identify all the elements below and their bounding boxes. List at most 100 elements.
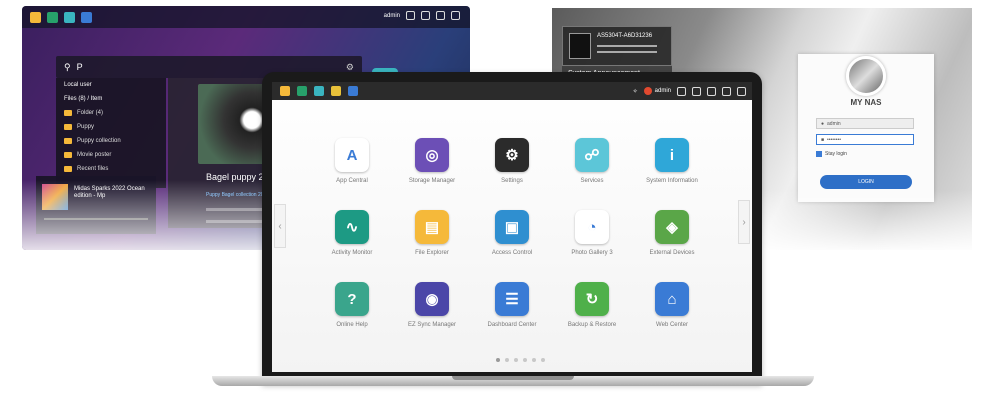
services-app-icon[interactable] [64, 11, 75, 23]
ez-sync-manager-icon: ◉ [415, 282, 449, 316]
photo-gallery-icon: ◔ [575, 210, 609, 244]
preview-link[interactable]: Puppy Bagel collection 2022 [206, 192, 269, 198]
list-item[interactable]: Folder (4) [56, 106, 166, 120]
desktop-app-label: Web Center [656, 322, 688, 328]
services-taskbar-icon[interactable] [314, 86, 324, 96]
power-icon[interactable] [677, 86, 686, 96]
file-explorer-icon: ▤ [415, 210, 449, 244]
user-name: admin [654, 88, 671, 94]
desktop-app-label: Settings [501, 178, 523, 184]
taskbar: ✧ admin [272, 82, 752, 100]
page-dot[interactable] [523, 358, 527, 362]
storage-manager-icon: ◎ [415, 138, 449, 172]
left-top-bar: admin [22, 6, 470, 28]
avatar [846, 56, 886, 96]
desktop-app-photo-gallery[interactable]: ◔ Photo Gallery 3 [552, 210, 632, 257]
desktop-app-ez-sync-manager[interactable]: ◉ EZ Sync Manager [392, 282, 472, 329]
device-detail-line [597, 45, 657, 47]
desktop-app-label: Online Help [336, 322, 368, 328]
login-title: MY NAS [850, 98, 882, 107]
list-item[interactable]: Recent files [56, 162, 166, 176]
desktop-app-label: Access Control [491, 250, 533, 256]
desktop-app-app-central[interactable]: A App Central [312, 138, 392, 185]
folder-icon [64, 138, 72, 144]
activity-app-icon[interactable] [47, 11, 58, 23]
page-dot[interactable] [505, 358, 509, 362]
password-field[interactable]: ■ •••••••• [816, 134, 914, 145]
device-detail-line [597, 51, 657, 53]
cloud-taskbar-icon[interactable] [348, 86, 358, 96]
previous-page-button[interactable]: ‹ [274, 204, 286, 248]
search-icon[interactable] [436, 11, 445, 20]
folder-icon [64, 152, 72, 158]
power-icon[interactable] [406, 11, 415, 20]
username-field[interactable]: ● admin [816, 118, 914, 129]
laptop-notch [452, 376, 574, 380]
desktop-app-label: System Information [646, 178, 698, 184]
desktop-app-web-center[interactable]: ⌂ Web Center [632, 282, 712, 329]
notes-icon[interactable] [692, 86, 701, 96]
desktop-app-activity-monitor[interactable]: ∿ Activity Monitor [312, 210, 392, 257]
access-control-icon: ▣ [495, 210, 529, 244]
user-icon: ● [821, 120, 825, 127]
desktop-app-external-devices[interactable]: ◈ External Devices [632, 210, 712, 257]
media-player: Midas Sparks 2022 Ocean edition - Mp [36, 176, 156, 234]
settings-icon: ⚙ [495, 138, 529, 172]
page-dot[interactable] [541, 358, 545, 362]
left-user-label[interactable]: admin [384, 13, 400, 19]
login-button[interactable]: LOGIN [820, 175, 912, 189]
desktop-app-access-control[interactable]: ▣ Access Control [472, 210, 552, 257]
next-page-button[interactable]: › [738, 200, 750, 244]
web-center-icon: ⌂ [655, 282, 689, 316]
desktop-app-label: File Explorer [415, 250, 449, 256]
taskbar-right: ✧ admin [633, 82, 746, 100]
notification-icon[interactable] [722, 86, 731, 96]
page-dot[interactable] [514, 358, 518, 362]
page-dot[interactable] [532, 358, 536, 362]
gear-icon[interactable]: ⚙ [346, 62, 354, 73]
list-item[interactable]: Puppy [56, 120, 166, 134]
system-information-icon: i [655, 138, 689, 172]
desktop-app-services[interactable]: ☍ Services [552, 138, 632, 185]
remember-checkbox[interactable]: Stay login [816, 151, 847, 157]
file-explorer-taskbar-icon[interactable] [280, 86, 290, 96]
search-icon[interactable] [707, 86, 716, 96]
activity-monitor-taskbar-icon[interactable] [297, 86, 307, 96]
promo-scene: admin ⚲ P ⚙ Local user Files (8) / Item … [0, 0, 997, 394]
desktop-app-settings[interactable]: ⚙ Settings [472, 138, 552, 185]
settings-icon[interactable] [737, 86, 746, 96]
online-help-icon: ? [335, 282, 369, 316]
settings-icon[interactable] [451, 11, 460, 20]
desktop-app-online-help[interactable]: ? Online Help [312, 282, 392, 329]
desktop-app-system-information[interactable]: i System Information [632, 138, 712, 185]
services-icon: ☍ [575, 138, 609, 172]
desktop-app-dashboard-center[interactable]: ☰ Dashboard Center [472, 282, 552, 329]
desktop-app-label: Photo Gallery 3 [571, 250, 613, 256]
search-results-panel: Local user Files (8) / Item Folder (4) P… [56, 78, 166, 188]
folder-icon [64, 124, 72, 130]
page-dot[interactable] [496, 358, 500, 362]
list-item[interactable]: Movie poster [56, 148, 166, 162]
desktop-app-storage-manager[interactable]: ◎ Storage Manager [392, 138, 472, 185]
device-model: AS5304T-A6D31236 [597, 33, 653, 39]
folder-app-icon[interactable] [30, 11, 41, 23]
cloud-app-icon[interactable] [81, 11, 92, 23]
desktop-app-file-explorer[interactable]: ▤ File Explorer [392, 210, 472, 257]
desktop-app-label: EZ Sync Manager [407, 322, 457, 328]
backup-restore-icon: ↻ [575, 282, 609, 316]
notes-icon[interactable] [421, 11, 430, 20]
media-progress[interactable] [44, 218, 148, 220]
list-item[interactable]: Puppy collection [56, 134, 166, 148]
user-menu[interactable]: admin [643, 87, 671, 95]
list-item[interactable]: Files (8) / Item [56, 92, 166, 106]
network-icon[interactable]: ✧ [633, 88, 638, 95]
desktop-app-backup-restore[interactable]: ↻ Backup & Restore [552, 282, 632, 329]
list-item[interactable]: Local user [56, 78, 166, 92]
external-devices-icon: ◈ [655, 210, 689, 244]
dashboard-center-icon: ☰ [495, 282, 529, 316]
user-avatar-icon [643, 87, 652, 95]
checkbox-icon [816, 151, 822, 157]
activity-monitor-icon: ∿ [335, 210, 369, 244]
settings-taskbar-icon[interactable] [331, 86, 341, 96]
album-art [42, 184, 68, 210]
